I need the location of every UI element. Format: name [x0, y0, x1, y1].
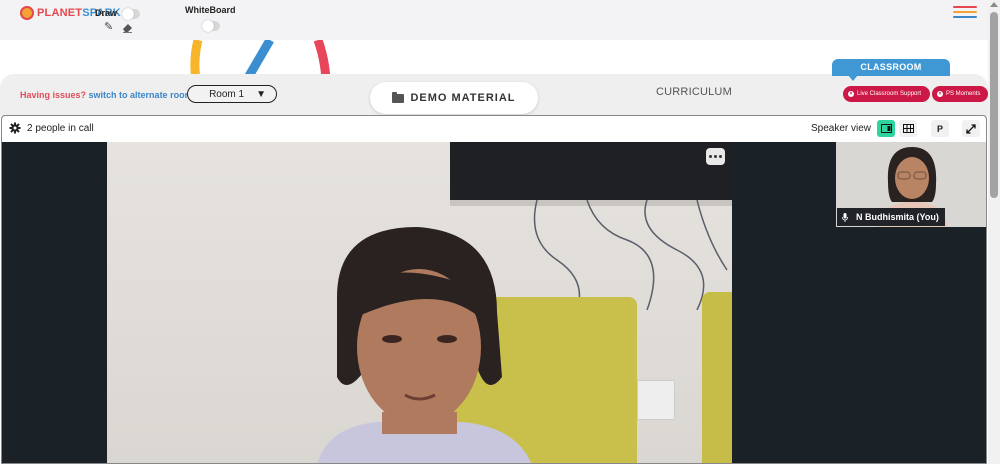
- self-name: N Budhismita (You): [856, 212, 939, 222]
- self-video-tile[interactable]: N Budhismita (You): [836, 142, 986, 227]
- scroll-up-arrow-icon[interactable]: [990, 2, 998, 7]
- room-select-value: Room 1: [209, 88, 245, 100]
- eraser-icon[interactable]: [122, 22, 133, 33]
- speaker-view-button[interactable]: [877, 120, 895, 137]
- issues-notice: Having issues? switch to alternate room: [20, 90, 193, 100]
- switch-room-link[interactable]: switch to alternate room: [89, 90, 193, 100]
- whiteboard-toggle[interactable]: [202, 20, 220, 32]
- video-wires: [533, 200, 728, 310]
- ps-moments-label: PS Moments: [946, 91, 981, 97]
- draw-toggle[interactable]: [122, 8, 140, 20]
- view-mode-label: Speaker view: [811, 123, 872, 134]
- chevron-down-icon: ▼: [256, 88, 266, 100]
- video-chair-right: [702, 292, 732, 463]
- fullscreen-button[interactable]: [962, 120, 980, 137]
- video-tv-shape: [450, 142, 732, 200]
- classroom-tab[interactable]: CLASSROOM: [832, 59, 950, 76]
- microphone-icon: [842, 212, 848, 222]
- more-options-button[interactable]: [706, 148, 725, 165]
- ps-moments-button[interactable]: × PS Moments: [932, 86, 988, 102]
- close-icon: ×: [937, 91, 943, 97]
- top-bar: PLANETSPARK Draw ✎ WhiteBoard: [0, 0, 988, 40]
- close-icon: ×: [848, 91, 854, 97]
- logo-text-planet: PLANET: [37, 7, 83, 19]
- presenter-button[interactable]: P: [931, 120, 949, 137]
- call-header: 2 people in call Speaker view P: [2, 116, 986, 142]
- more-dot-icon: [719, 155, 722, 158]
- demo-material-label: DEMO MATERIAL: [410, 92, 516, 104]
- curriculum-tab[interactable]: CURRICULUM: [656, 86, 732, 98]
- room-select[interactable]: Room 1 ▼: [187, 85, 277, 103]
- draw-label: Draw: [95, 8, 118, 18]
- live-support-button[interactable]: × Live Classroom Support: [843, 86, 930, 102]
- live-support-label: Live Classroom Support: [857, 91, 922, 97]
- demo-material-button[interactable]: DEMO MATERIAL: [370, 82, 538, 114]
- scrollbar-thumb[interactable]: [990, 12, 998, 198]
- speaker-view-icon: [880, 124, 892, 133]
- hamburger-menu-icon[interactable]: [953, 6, 977, 19]
- folder-icon: [392, 91, 405, 103]
- pencil-icon[interactable]: ✎: [104, 22, 115, 33]
- grid-view-button[interactable]: [899, 120, 917, 137]
- video-outlet: [637, 380, 675, 420]
- people-count: 2 people in call: [27, 123, 94, 134]
- more-dot-icon: [709, 155, 712, 158]
- logo-mark-icon: [20, 6, 34, 20]
- self-name-tag: N Budhismita (You): [837, 208, 945, 226]
- child-figure: [317, 227, 532, 463]
- more-dot-icon: [714, 155, 717, 158]
- expand-icon: [966, 123, 976, 134]
- whiteboard-label: WhiteBoard: [185, 5, 236, 15]
- main-video-feed[interactable]: [107, 142, 732, 463]
- page: PLANETSPARK Draw ✎ WhiteBoard Having iss…: [0, 0, 1000, 464]
- grid-view-icon: [902, 124, 914, 133]
- issues-text: Having issues?: [20, 90, 87, 100]
- classroom-tab-pointer: [848, 75, 858, 81]
- video-call-panel: 2 people in call Speaker view P N Budhis…: [1, 115, 987, 464]
- page-scrollbar[interactable]: [988, 0, 1000, 464]
- gear-icon[interactable]: [9, 122, 21, 134]
